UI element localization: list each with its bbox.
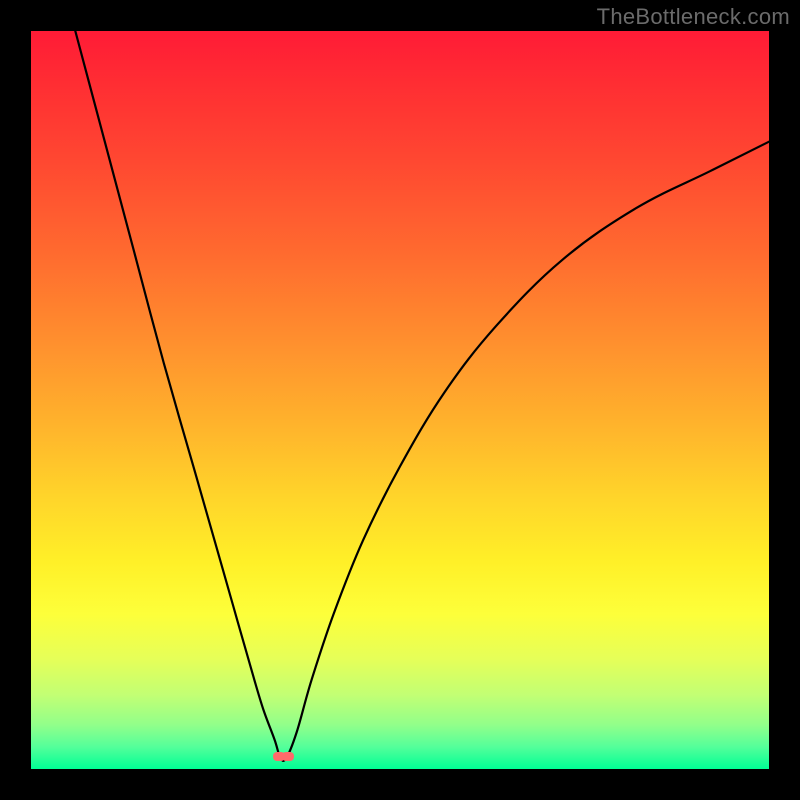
curve-svg (31, 31, 769, 769)
plot-area (31, 31, 769, 769)
watermark-text: TheBottleneck.com (597, 4, 790, 30)
chart-frame: TheBottleneck.com (0, 0, 800, 800)
min-marker-b (282, 752, 294, 761)
curve-path (75, 31, 769, 761)
